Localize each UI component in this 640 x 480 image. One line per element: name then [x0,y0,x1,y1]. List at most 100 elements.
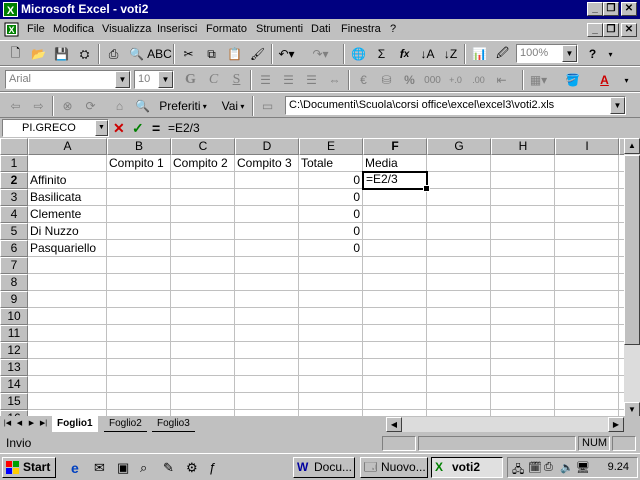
last-sheet-icon[interactable]: ▶| [38,417,49,431]
printer-icon[interactable]: ⎙ [544,461,558,475]
grid-cell[interactable] [427,376,491,393]
grid-cell[interactable] [427,257,491,274]
workbook-icon[interactable]: X [4,22,19,37]
grid-cell[interactable] [107,189,171,206]
grid-cell[interactable] [427,189,491,206]
grid-cell[interactable] [491,189,555,206]
row-header[interactable]: 3 [0,189,28,206]
show-only-web-toolbar-icon[interactable]: ▭ [257,96,278,116]
grid-cell[interactable] [107,325,171,342]
grid-cell[interactable] [235,342,299,359]
grid-cell[interactable] [107,308,171,325]
toolbar-options-icon[interactable]: ▾ [616,70,637,90]
grid-cell[interactable] [363,342,427,359]
toolbar-options-icon[interactable]: ▾ [600,44,621,64]
cancel-icon[interactable]: ✕ [113,120,125,136]
grid-cell[interactable] [363,240,427,257]
grid-cell[interactable] [171,359,235,376]
print-icon[interactable]: ⎙ [103,44,124,64]
grid-cell[interactable] [171,172,235,189]
menu-help[interactable]: ? [390,23,396,36]
grid-cell[interactable] [171,325,235,342]
cell-a4[interactable]: Clemente [28,206,107,223]
grid-cell[interactable] [28,393,107,410]
currency-icon[interactable]: ⛁ [376,70,397,90]
menu-strumenti[interactable]: Strumenti [256,23,303,36]
column-header-d[interactable]: D [235,138,299,155]
maximize-button[interactable]: ❐ [603,2,619,16]
grid-cell[interactable] [491,240,555,257]
grid-cell[interactable] [555,172,619,189]
align-left-icon[interactable]: ☰ [255,70,276,90]
grid-cell[interactable] [171,189,235,206]
scroll-left-icon[interactable]: ◀ [386,417,402,432]
menu-visualizza[interactable]: Visualizza [102,23,151,36]
grid-cell[interactable] [363,359,427,376]
grid-cell[interactable] [299,325,363,342]
grid-cell[interactable] [491,274,555,291]
function-icon[interactable]: fx [394,44,415,64]
grid-cell[interactable] [427,240,491,257]
cell-e4[interactable]: 0 [299,206,363,223]
cell-a3[interactable]: Basilicata [28,189,107,206]
grid-cell[interactable] [28,308,107,325]
column-header-h[interactable]: H [491,138,555,155]
doc-close-button[interactable]: ✕ [621,23,637,37]
column-header-i[interactable]: I [555,138,619,155]
copy-icon[interactable]: ⧉ [201,44,222,64]
grid-cell[interactable] [491,359,555,376]
home-icon[interactable]: ⌂ [109,96,130,116]
grid-cell[interactable] [171,206,235,223]
grid-cell[interactable] [363,274,427,291]
grid-cell[interactable] [555,223,619,240]
grid-cell[interactable] [28,257,107,274]
grid-cell[interactable] [299,359,363,376]
grid-cell[interactable] [555,342,619,359]
grid-cell[interactable] [107,206,171,223]
save-icon[interactable]: 💾 [51,44,72,64]
grid-cell[interactable] [235,325,299,342]
column-header-g[interactable]: G [427,138,491,155]
font-size-combo[interactable]: 10 ▼ [134,70,174,89]
grid-cell[interactable] [555,206,619,223]
grid-cell[interactable] [427,172,491,189]
stop-icon[interactable]: ⊗ [57,96,78,116]
sheet-tab-foglio2[interactable]: Foglio2 [104,416,147,432]
grid-cell[interactable] [28,325,107,342]
grid-cell[interactable] [235,223,299,240]
grid-cell[interactable] [107,359,171,376]
drawing-icon[interactable]: 🖉 [492,44,513,64]
grid-cell[interactable] [235,189,299,206]
grid-cell[interactable] [427,325,491,342]
grid-cell[interactable] [555,393,619,410]
grid-cell[interactable] [107,172,171,189]
column-header-e[interactable]: E [299,138,363,155]
grid-cell[interactable] [491,325,555,342]
grid-cell[interactable] [107,223,171,240]
cell-e1[interactable]: Totale [299,155,363,172]
row-header[interactable]: 4 [0,206,28,223]
minimize-button[interactable]: _ [587,2,603,16]
merge-center-icon[interactable]: ⇔ [324,70,345,90]
redo-icon[interactable]: ↷▾ [310,44,331,64]
print-preview-icon[interactable]: 🔍 [126,44,147,64]
sort-descending-icon[interactable]: ↓Z [440,44,461,64]
indent-icon[interactable]: ⇤ [491,70,512,90]
grid-cell[interactable] [363,325,427,342]
refresh-icon[interactable]: ⟳ [80,96,101,116]
thousands-button[interactable]: 000 [422,70,443,90]
grid-cell[interactable] [427,342,491,359]
spelling-icon[interactable]: ABC [147,44,172,64]
grid-cell[interactable] [107,274,171,291]
grid-cell[interactable] [363,376,427,393]
grid-cell[interactable] [491,376,555,393]
scroll-thumb[interactable] [624,155,640,345]
menu-finestra[interactable]: Finestra [341,23,381,36]
cell-b1[interactable]: Compito 1 [107,155,171,172]
edit-formula-button[interactable]: = [152,120,160,136]
grid-cell[interactable] [363,308,427,325]
grid-cell[interactable] [299,393,363,410]
grid-cell[interactable] [107,393,171,410]
network-icon[interactable]: 🖧 [512,461,526,476]
decrease-decimal-icon[interactable]: .00 [468,70,489,90]
